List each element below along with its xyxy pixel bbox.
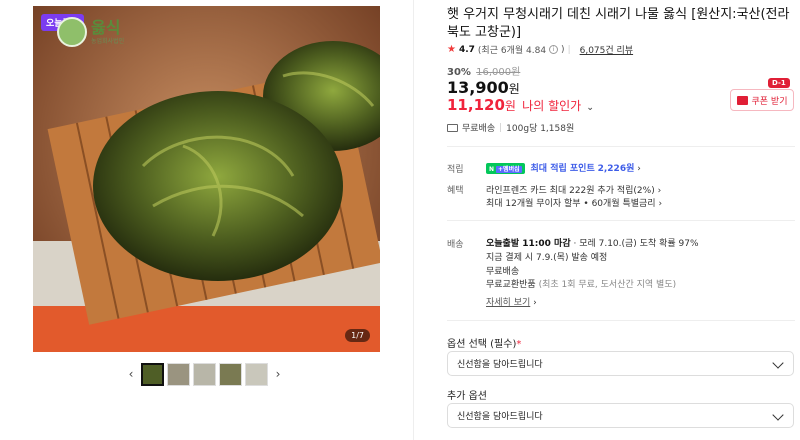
option-required-value: 신선함을 담아드립니다: [457, 360, 543, 370]
original-price: 16,000원: [476, 67, 521, 78]
truck-icon: [447, 123, 458, 132]
rating-row: ★ 4.7 (최근 6개월 4.84 i ) | 6,075건 리뷰: [447, 43, 633, 56]
chevron-down-icon: [772, 357, 784, 369]
thumbnail-prev-icon[interactable]: ‹: [124, 367, 138, 381]
coupon-icon: [736, 95, 748, 105]
option-required-select[interactable]: 신선함을 담아드립니다: [447, 351, 794, 376]
discount-row: 30% 16,000원: [447, 63, 520, 78]
thumbnail-4[interactable]: [219, 362, 242, 386]
price-value: 13,900: [447, 78, 509, 97]
panel-divider: [413, 0, 414, 440]
coupon-label: 쿠폰 받기: [751, 96, 788, 107]
points-value: 2,226원: [597, 164, 635, 174]
section-divider: [447, 320, 795, 321]
perks-label: 혜택: [447, 186, 464, 196]
rating-detail-close: ): [561, 44, 565, 55]
option-extra-select[interactable]: 신선함을 담아드립니다: [447, 403, 794, 428]
rating-score: 4.7: [458, 44, 475, 55]
my-sale-price[interactable]: 11,120원 나의 할인가 ⌄: [447, 96, 594, 114]
coupon-button[interactable]: 쿠폰 받기: [730, 89, 794, 111]
product-main-image[interactable]: 오늘끝딜 옳식 농업회사법인 1/7: [33, 6, 380, 352]
points-row[interactable]: N +멤버십 최대 적립 포인트 2,226원 ›: [486, 161, 641, 174]
image-counter: 1/7: [345, 329, 370, 342]
option-required-label: 옵션 선택 (필수)*: [447, 339, 522, 350]
chevron-right-icon: ›: [637, 164, 641, 174]
price-unit: 원: [508, 82, 520, 96]
sale-price-value: 11,120: [447, 96, 505, 114]
coupon-dday-badge: D-1: [768, 78, 790, 88]
free-shipping: 무료배송: [462, 124, 496, 134]
delivery-exchange-row: 무료교환반품 (최초 1회 무료, 도서산간 지역 별도): [486, 277, 676, 290]
thumbnail-5[interactable]: [245, 362, 268, 386]
delivery-more-link[interactable]: 자세히 보기 ›: [486, 295, 537, 308]
npay-membership-badge: N +멤버십: [486, 163, 525, 174]
rating-detail: (최근 6개월 4.84: [477, 46, 547, 56]
delivery-cutoff-row: 오늘출발 11:00 마감 · 모레 7.10.(금) 도착 확률 97%: [486, 236, 699, 249]
perk-card-row[interactable]: 라인프렌즈 카드 최대 222원 추가 적립(2%) ›: [486, 183, 661, 196]
delivery-exchange: 무료교환반품: [486, 280, 536, 290]
chevron-down-icon: ⌄: [586, 103, 594, 113]
review-count-link[interactable]: 6,075건 리뷰: [580, 43, 633, 56]
section-divider: [447, 220, 795, 221]
option-extra-label: 추가 옵션: [447, 391, 487, 402]
delivery-label: 배송: [447, 240, 464, 250]
product-photo: [33, 6, 380, 352]
product-title: 햇 우거지 무청시래기 데친 시래기 나물 옳식 [원산지:국산(전라북도 고창…: [447, 7, 790, 40]
points-text: 최대 적립 포인트: [530, 164, 595, 174]
brand-subtitle: 농업회사법인: [91, 37, 125, 45]
chevron-down-icon: [772, 409, 784, 421]
perk-installment: 최대 12개월 무이자 할부 • 60개월 특별금리: [486, 199, 656, 209]
chevron-right-icon: ›: [658, 199, 663, 209]
delivery-exchange-note: (최초 1회 무료, 도서산간 지역 별도): [538, 280, 677, 290]
perk-card: 라인프렌즈 카드 최대 222원 추가 적립(2%): [486, 186, 655, 196]
shipping-summary: 무료배송 | 100g당 1,158원: [447, 121, 574, 134]
section-divider: [447, 146, 795, 147]
points-label: 적립: [447, 165, 464, 175]
thumbnail-strip: ‹ ›: [124, 362, 290, 386]
chevron-right-icon: ›: [657, 186, 662, 196]
thumbnail-next-icon[interactable]: ›: [271, 367, 285, 381]
delivery-arrival: · 모레 7.10.(금) 도착 확률 97%: [570, 239, 699, 249]
delivery-pay-now: 지금 결제 시 7.9.(목) 발송 예정: [486, 253, 608, 263]
thumbnail-1[interactable]: [141, 362, 164, 386]
brand-name: 옳식: [91, 17, 121, 37]
unit-price: 100g당 1,158원: [506, 124, 575, 134]
brand-logo-icon: [57, 17, 87, 47]
star-icon: ★: [447, 44, 456, 55]
sale-price-label: 나의 할인가: [522, 99, 582, 113]
divider: |: [567, 44, 571, 55]
thumbnail-3[interactable]: [193, 362, 216, 386]
info-icon[interactable]: i: [549, 45, 559, 54]
option-extra-value: 신선함을 담아드립니다: [457, 412, 543, 422]
discount-rate: 30%: [447, 67, 471, 78]
delivery-cutoff: 오늘출발 11:00 마감: [486, 239, 571, 249]
chevron-right-icon: ›: [533, 298, 537, 308]
delivery-free: 무료배송: [486, 267, 520, 277]
perk-installment-row[interactable]: 최대 12개월 무이자 할부 • 60개월 특별금리 ›: [486, 196, 662, 209]
thumbnail-2[interactable]: [167, 362, 190, 386]
price: 13,900원: [447, 78, 520, 97]
brand-logo: 옳식 농업회사법인: [57, 16, 139, 48]
sale-price-unit: 원: [504, 99, 516, 113]
divider: |: [499, 122, 503, 133]
delivery-more: 자세히 보기: [486, 298, 531, 308]
